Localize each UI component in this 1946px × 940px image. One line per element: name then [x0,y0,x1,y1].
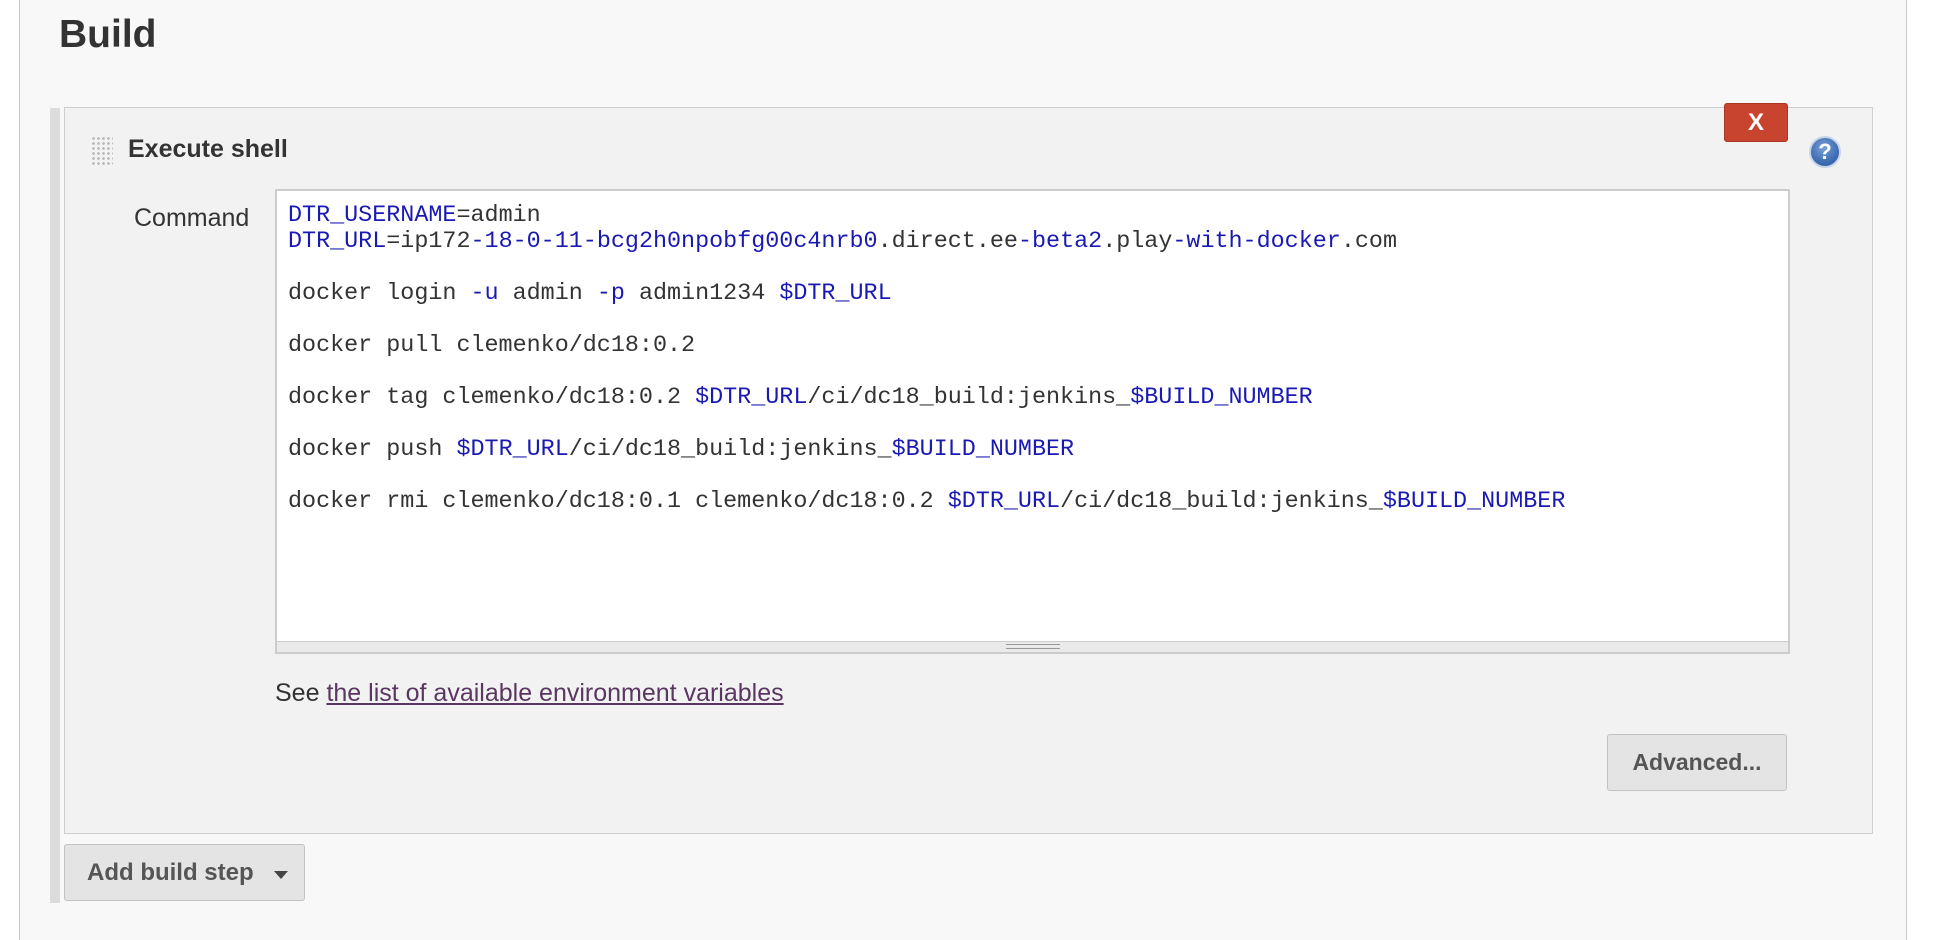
code-token-variable: $DTR_URL [456,437,569,463]
code-token-variable: $BUILD_NUMBER [1382,489,1566,515]
code-line: docker pull clemenko/dc18:0.2 [288,333,1565,359]
code-token-variable: -18-0-11-bcg2h0npobfg00c4nrb0 [470,229,878,255]
code-token: /ci/dc18_build:jenkins_ [807,385,1131,411]
code-token: =admin [456,203,541,229]
code-token-variable: $DTR_URL [695,385,808,411]
code-line: docker tag clemenko/dc18:0.2 $DTR_URL/ci… [288,385,1565,411]
env-variables-link[interactable]: the list of available environment variab… [326,679,783,707]
code-token-variable: -p [596,281,625,307]
code-token: .direct.ee [877,229,1018,255]
code-line: DTR_URL=ip172-18-0-11-bcg2h0npobfg00c4nr… [288,229,1565,255]
code-token-variable: $DTR_URL [947,489,1061,515]
code-token: /ci/dc18_build:jenkins_ [1060,489,1383,515]
code-token: docker login [288,281,471,307]
step-container-bar [50,108,60,903]
drag-handle-icon[interactable] [91,136,113,166]
code-token: docker tag clemenko/dc18:0.2 [288,385,696,411]
command-code: DTR_USERNAME=admin DTR_URL=ip172-18-0-11-… [288,203,1565,515]
command-label: Command [134,204,250,232]
code-token-variable: $BUILD_NUMBER [1130,385,1313,411]
code-token-variable: $BUILD_NUMBER [891,437,1075,463]
code-token: docker rmi clemenko/dc18:0.1 clemenko/dc… [288,489,948,515]
code-token-variable: $DTR_URL [779,281,892,307]
section-title: Build [59,13,157,56]
code-line: docker login -u admin -p admin1234 $DTR_… [288,281,1565,307]
env-hint-prefix: See [275,679,327,707]
code-token: .com [1340,229,1397,255]
textarea-resize-handle[interactable] [277,641,1788,652]
code-token: docker push [288,437,457,463]
code-line: docker rmi clemenko/dc18:0.1 clemenko/dc… [288,489,1565,515]
code-token-variable: -u [470,281,499,307]
advanced-button[interactable]: Advanced... [1607,734,1787,791]
code-token-variable: DTR_USERNAME [288,203,457,229]
delete-step-button[interactable]: X [1724,103,1788,142]
code-line: DTR_USERNAME=admin [288,203,1565,229]
command-textarea[interactable]: DTR_USERNAME=admin DTR_URL=ip172-18-0-11-… [275,189,1790,654]
env-variables-hint: See the list of available environment va… [275,677,784,709]
code-token-variable: -beta2 [1017,229,1103,255]
code-token: admin1234 [624,281,780,307]
code-token: .play [1102,229,1173,255]
code-token: docker pull clemenko/dc18:0.2 [288,333,696,359]
code-line: docker push $DTR_URL/ci/dc18_build:jenki… [288,437,1565,463]
code-token: /ci/dc18_build:jenkins_ [568,437,892,463]
add-build-step-label: Add build step [87,858,254,886]
code-token-variable: DTR_URL [288,229,387,255]
resize-grip-icon [1005,644,1060,649]
code-token: =ip172 [386,229,471,255]
help-icon[interactable]: ? [1809,136,1841,168]
code-token: admin [498,281,597,307]
caret-down-icon [273,870,288,879]
add-build-step-button[interactable]: Add build step [64,844,305,901]
step-title: Execute shell [128,135,288,163]
code-token-variable: -with-docker [1172,229,1341,255]
